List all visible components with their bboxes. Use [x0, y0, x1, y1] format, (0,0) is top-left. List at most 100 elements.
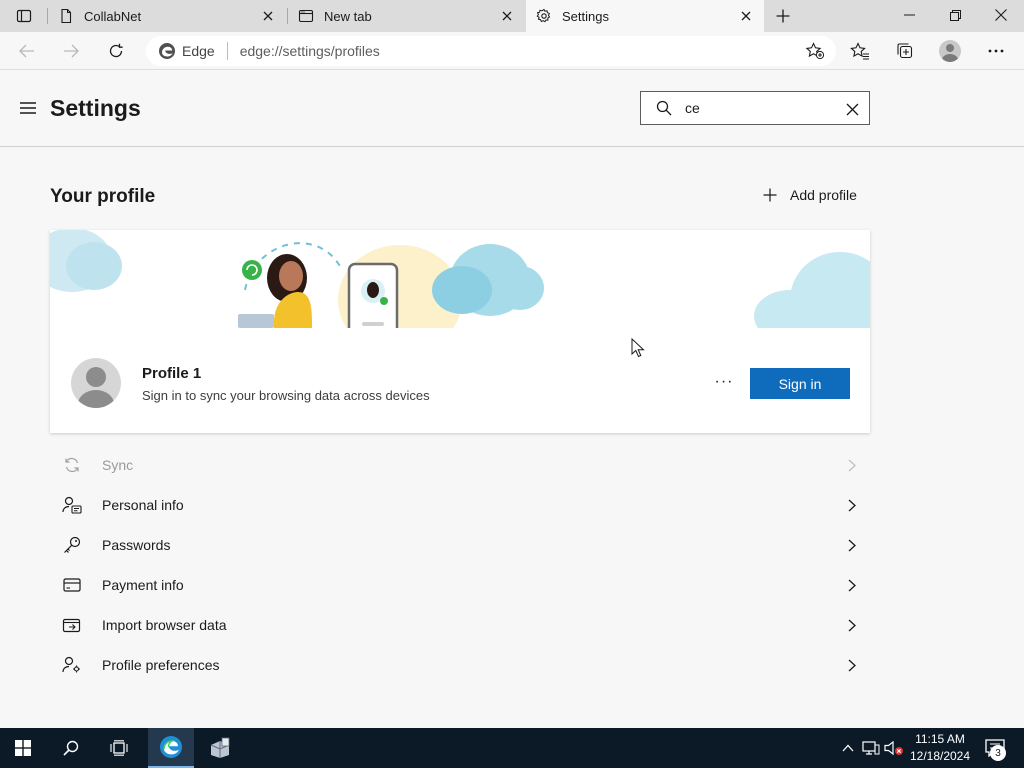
- show-hidden-icons-button[interactable]: [838, 738, 858, 758]
- personal-info-icon: [62, 496, 82, 514]
- restore-button[interactable]: [932, 0, 978, 30]
- section-title: Your profile: [50, 186, 156, 207]
- volume-tray-button[interactable]: [884, 738, 904, 758]
- tab-actions-icon: [16, 9, 32, 23]
- chevron-right-icon: [846, 497, 858, 513]
- tab-new-tab[interactable]: New tab: [288, 0, 525, 32]
- refresh-button[interactable]: [101, 36, 131, 66]
- close-icon: [741, 11, 751, 21]
- profile-row: Profile 1 Sign in to sync your browsing …: [50, 328, 870, 433]
- favorites-icon: [850, 42, 869, 60]
- back-button[interactable]: [12, 36, 42, 66]
- browser-toolbar: Edge edge://settings/profiles: [0, 32, 1024, 70]
- address-bar[interactable]: Edge edge://settings/profiles: [146, 36, 836, 66]
- site-label: Edge: [182, 43, 215, 59]
- menu-item-passwords[interactable]: Passwords: [50, 525, 870, 565]
- taskbar-edge-button[interactable]: [148, 728, 194, 768]
- close-icon: [995, 9, 1007, 21]
- settings-more-button[interactable]: [981, 36, 1011, 66]
- favorites-button[interactable]: [845, 36, 875, 66]
- minimize-icon: [903, 14, 915, 16]
- taskbar-app-button[interactable]: [197, 728, 243, 768]
- tab-settings[interactable]: Settings: [526, 0, 764, 32]
- collections-icon: [897, 43, 913, 59]
- menu-item-sync[interactable]: Sync: [50, 445, 870, 485]
- task-view-button[interactable]: [96, 728, 142, 768]
- edge-logo-icon: [159, 43, 175, 59]
- taskbar: 11:15 AM 12/18/2024: [0, 728, 1024, 768]
- chevron-right-icon: [846, 657, 858, 673]
- taskbar-search-button[interactable]: [48, 728, 94, 768]
- gear-icon: [536, 8, 551, 23]
- tab-close-button[interactable]: [499, 8, 515, 24]
- menu-item-profile-preferences[interactable]: Profile preferences: [50, 645, 870, 685]
- star-add-icon: [805, 42, 825, 60]
- profile-settings-list: Sync Personal info Passwords Payment inf…: [50, 445, 870, 685]
- edge-logo-icon: [160, 736, 182, 758]
- restore-icon: [949, 9, 961, 21]
- tab-title: CollabNet: [84, 8, 142, 24]
- search-input[interactable]: [685, 100, 835, 116]
- profile-card: Profile 1 Sign in to sync your browsing …: [50, 230, 870, 433]
- settings-menu-button[interactable]: [18, 99, 38, 117]
- profile-subtitle: Sign in to sync your browsing data acros…: [142, 388, 430, 403]
- sign-in-button[interactable]: Sign in: [750, 368, 850, 399]
- menu-item-label: Profile preferences: [102, 657, 220, 673]
- tab-bar: CollabNet New tab Settings: [0, 0, 1024, 32]
- system-clock[interactable]: 11:15 AM 12/18/2024: [908, 731, 972, 765]
- sync-icon: [62, 456, 82, 474]
- tab-title: Settings: [562, 8, 609, 24]
- avatar: [71, 358, 121, 408]
- tab-close-button[interactable]: [738, 8, 754, 24]
- tab-actions-button[interactable]: [8, 4, 40, 28]
- close-window-button[interactable]: [978, 0, 1024, 30]
- profile-more-button[interactable]: ···: [710, 372, 738, 392]
- plus-icon: [776, 9, 790, 23]
- profile-name: Profile 1: [142, 365, 202, 382]
- settings-search[interactable]: [640, 91, 870, 125]
- menu-item-label: Import browser data: [102, 617, 227, 633]
- add-profile-button[interactable]: Add profile: [762, 187, 857, 203]
- menu-item-payment-info[interactable]: Payment info: [50, 565, 870, 605]
- add-favorite-button[interactable]: [804, 41, 826, 61]
- url-text[interactable]: edge://settings/profiles: [240, 43, 380, 59]
- search-icon: [63, 740, 79, 756]
- start-button[interactable]: [0, 728, 46, 768]
- hamburger-icon: [20, 102, 36, 114]
- close-icon: [502, 11, 512, 21]
- refresh-icon: [109, 43, 123, 58]
- arrow-left-icon: [19, 44, 34, 58]
- plus-icon: [762, 187, 778, 203]
- key-icon: [62, 536, 82, 554]
- add-profile-label: Add profile: [790, 187, 857, 203]
- more-horizontal-icon: [988, 49, 1004, 53]
- menu-item-personal-info[interactable]: Personal info: [50, 485, 870, 525]
- profile-preferences-icon: [62, 656, 82, 674]
- windows-logo-icon: [15, 740, 31, 756]
- new-tab-button[interactable]: [770, 4, 796, 28]
- collections-button[interactable]: [890, 36, 920, 66]
- menu-item-label: Passwords: [102, 537, 171, 553]
- tab-close-button[interactable]: [260, 8, 276, 24]
- minimize-button[interactable]: [886, 0, 932, 30]
- newtab-icon: [298, 9, 314, 23]
- profile-button[interactable]: [935, 36, 965, 66]
- site-identity[interactable]: Edge: [158, 42, 215, 60]
- settings-header: Settings: [0, 71, 1024, 147]
- credit-card-icon: [62, 576, 82, 594]
- network-icon: [862, 741, 880, 755]
- chevron-right-icon: [846, 577, 858, 593]
- arrow-right-icon: [64, 44, 79, 58]
- clock-time: 11:15 AM: [915, 732, 965, 746]
- mouse-cursor-icon: [631, 338, 645, 358]
- network-tray-button[interactable]: [861, 738, 881, 758]
- menu-item-label: Personal info: [102, 497, 184, 513]
- search-icon: [655, 99, 673, 117]
- clear-search-button[interactable]: [843, 100, 861, 118]
- avatar: [939, 40, 961, 62]
- chevron-right-icon: [846, 457, 858, 473]
- menu-item-import-browser-data[interactable]: Import browser data: [50, 605, 870, 645]
- volume-muted-icon: [884, 740, 903, 756]
- tab-collabnet[interactable]: CollabNet: [48, 0, 286, 32]
- forward-button[interactable]: [56, 36, 86, 66]
